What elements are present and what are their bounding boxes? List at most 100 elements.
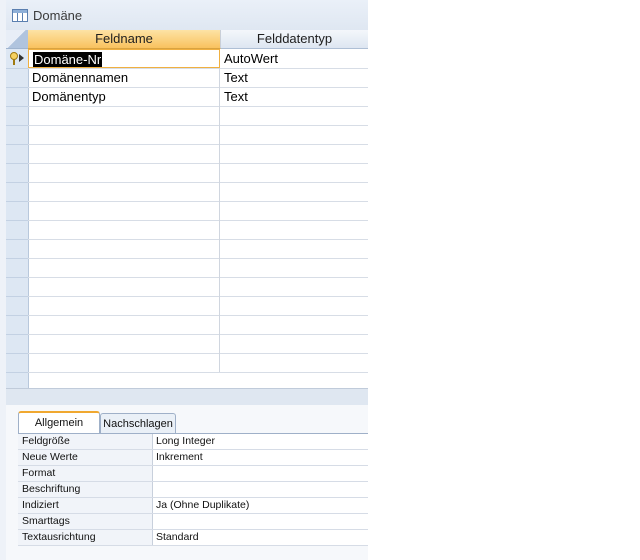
property-value[interactable]: Standard (156, 530, 199, 545)
field-type-cell[interactable]: Text (220, 87, 368, 106)
property-row[interactable]: Smarttags (18, 514, 368, 530)
property-label: Neue Werte (18, 450, 153, 465)
field-name-cell[interactable] (28, 125, 220, 144)
row-selector[interactable] (6, 163, 28, 183)
field-name-text: Domäne-Nr (33, 52, 103, 67)
property-value[interactable]: Ja (Ohne Duplikate) (156, 498, 249, 513)
field-row[interactable] (28, 182, 368, 202)
field-name-cell[interactable] (28, 106, 220, 125)
field-type-cell[interactable] (220, 220, 368, 239)
field-type-cell[interactable] (220, 144, 368, 163)
field-name-cell[interactable]: Domäne-Nr (28, 49, 220, 68)
property-label: Smarttags (18, 514, 153, 529)
tab-nachschlagen[interactable]: Nachschlagen (100, 413, 176, 434)
property-row[interactable]: Textausrichtung Standard (18, 530, 368, 546)
field-name-cell[interactable] (28, 144, 220, 163)
field-type-cell[interactable] (220, 106, 368, 125)
field-row[interactable] (28, 353, 368, 373)
field-properties-pane: Allgemein Nachschlagen Feldgröße Long Int… (6, 405, 368, 560)
row-selector[interactable] (6, 239, 28, 259)
field-name-cell[interactable] (28, 201, 220, 220)
field-name-cell[interactable] (28, 296, 220, 315)
field-row[interactable] (28, 258, 368, 278)
field-row[interactable] (28, 277, 368, 297)
field-row[interactable] (28, 239, 368, 259)
table-icon (12, 9, 28, 22)
field-type-cell[interactable] (220, 201, 368, 220)
field-row[interactable] (28, 334, 368, 354)
property-row[interactable]: Format (18, 466, 368, 482)
field-row[interactable] (28, 125, 368, 145)
field-type-cell[interactable] (220, 163, 368, 182)
field-type-cell[interactable] (220, 258, 368, 277)
row-selector[interactable] (6, 334, 28, 354)
field-type-cell[interactable] (220, 277, 368, 296)
row-selector[interactable] (6, 296, 28, 316)
field-type-text: AutoWert (224, 51, 278, 66)
field-type-cell[interactable]: Text (220, 68, 368, 87)
field-row[interactable] (28, 296, 368, 316)
field-type-cell[interactable]: AutoWert (220, 49, 368, 68)
row-selector[interactable] (6, 68, 28, 88)
row-selector[interactable] (6, 258, 28, 278)
field-row[interactable]: Domänennamen Text (28, 68, 368, 88)
row-selector[interactable] (6, 315, 28, 335)
window-titlebar[interactable]: Domäne (6, 0, 368, 31)
field-name-cell[interactable] (28, 163, 220, 182)
property-row[interactable]: Beschriftung (18, 482, 368, 498)
field-name-cell[interactable] (28, 220, 220, 239)
property-value[interactable]: Inkrement (156, 450, 203, 465)
row-selector[interactable] (6, 277, 28, 297)
field-type-cell[interactable] (220, 296, 368, 315)
row-selector[interactable] (6, 353, 28, 373)
field-type-cell[interactable] (220, 182, 368, 201)
pane-separator[interactable] (6, 388, 368, 406)
column-header-felddatentyp[interactable]: Felddatentyp (221, 30, 368, 49)
row-selector[interactable] (6, 87, 28, 107)
field-type-cell[interactable] (220, 334, 368, 353)
field-row[interactable] (28, 163, 368, 183)
property-label: Format (18, 466, 153, 481)
table-design-window: Domäne Feldname Felddatentyp Domäne-Nr Au… (6, 0, 368, 560)
field-name-cell[interactable] (28, 258, 220, 277)
field-name-cell[interactable] (28, 334, 220, 353)
field-row[interactable] (28, 106, 368, 126)
field-name-cell[interactable] (28, 277, 220, 296)
field-row[interactable]: Domäne-Nr AutoWert (28, 49, 368, 69)
field-row[interactable] (28, 144, 368, 164)
row-selector[interactable] (6, 106, 28, 126)
property-label: Beschriftung (18, 482, 153, 497)
row-selector[interactable] (6, 144, 28, 164)
field-type-cell[interactable] (220, 125, 368, 144)
field-type-cell[interactable] (220, 315, 368, 334)
row-selector[interactable] (6, 201, 28, 221)
column-header-feldname[interactable]: Feldname (28, 30, 221, 49)
field-row[interactable] (28, 315, 368, 335)
field-type-cell[interactable] (220, 239, 368, 258)
field-name-cell[interactable]: Domänennamen (28, 68, 220, 87)
window-title: Domäne (33, 8, 83, 23)
primary-key-icon (10, 52, 18, 65)
property-label: Indiziert (18, 498, 153, 513)
select-all-corner[interactable] (6, 30, 28, 49)
field-name-cell[interactable] (28, 353, 220, 372)
row-selector[interactable] (6, 125, 28, 145)
property-value[interactable]: Long Integer (156, 434, 215, 449)
field-type-cell[interactable] (220, 353, 368, 372)
tab-allgemein[interactable]: Allgemein (18, 411, 100, 435)
field-row[interactable]: Domänentyp Text (28, 87, 368, 107)
current-row-arrow-icon (19, 54, 24, 62)
field-row[interactable] (28, 220, 368, 240)
field-row[interactable] (28, 201, 368, 221)
property-row[interactable]: Feldgröße Long Integer (18, 434, 368, 450)
row-selector[interactable] (6, 220, 28, 240)
property-row[interactable]: Neue Werte Inkrement (18, 450, 368, 466)
field-name-cell[interactable] (28, 182, 220, 201)
field-name-cell[interactable]: Domänentyp (28, 87, 220, 106)
row-selector[interactable] (6, 182, 28, 202)
field-name-cell[interactable] (28, 239, 220, 258)
field-name-cell[interactable] (28, 315, 220, 334)
property-table: Feldgröße Long Integer Neue Werte Inkrement… (18, 433, 368, 546)
property-label: Feldgröße (18, 434, 153, 449)
property-row[interactable]: Indiziert Ja (Ohne Duplikate) (18, 498, 368, 514)
